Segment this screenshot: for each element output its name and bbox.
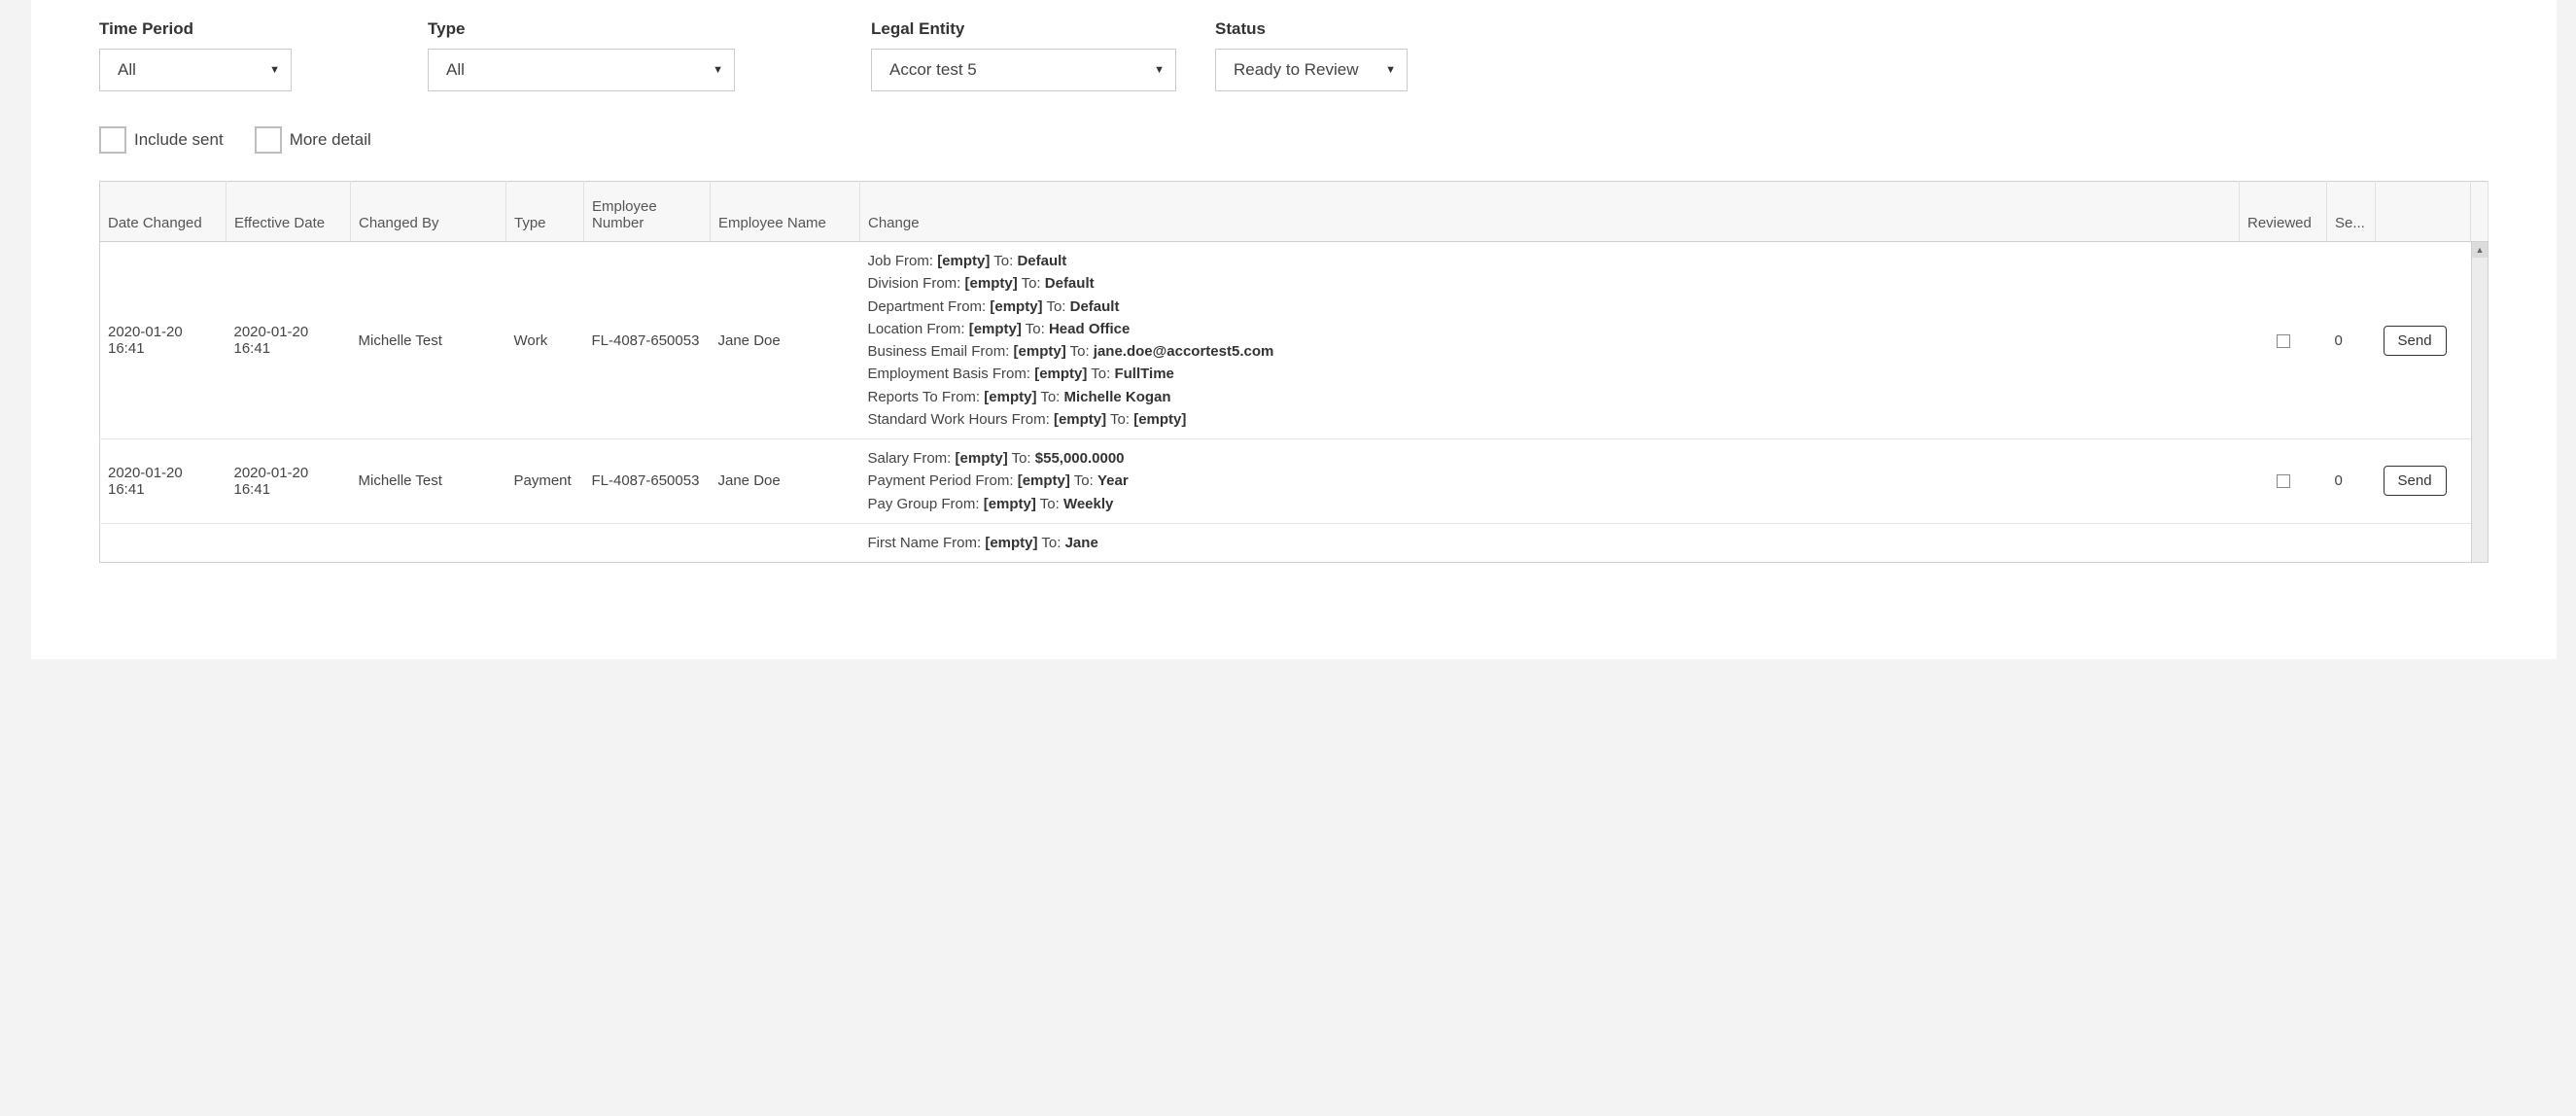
more-detail-checkbox[interactable]	[255, 126, 282, 154]
col-changed-by[interactable]: Changed By	[351, 182, 506, 242]
send-button[interactable]: Send	[2384, 326, 2447, 356]
reviewed-checkbox[interactable]	[2277, 334, 2290, 348]
include-sent-checkbox[interactable]	[99, 126, 126, 154]
options-row: Include sent More detail	[99, 126, 2489, 154]
col-employee-name[interactable]: Employee Name	[711, 182, 860, 242]
include-sent-label: Include sent	[134, 130, 224, 150]
change-cell: Salary From: [empty] To: $55,000.0000Pay…	[860, 439, 2240, 524]
col-change[interactable]: Change	[860, 182, 2240, 242]
table-header-row: Date Changed Effective Date Changed By T…	[100, 182, 2489, 242]
time-period-select[interactable]: All	[99, 49, 292, 91]
status-select[interactable]: Ready to Review	[1215, 49, 1408, 91]
send-button[interactable]: Send	[2384, 466, 2447, 496]
table-row: First Name From: [empty] To: Jane	[100, 523, 2489, 562]
scroll-up-icon[interactable]: ▲	[2472, 242, 2488, 258]
filter-status: Status Ready to Review ▼	[1215, 19, 1408, 91]
legal-entity-select[interactable]: Accor test 5	[871, 49, 1176, 91]
filter-time-period: Time Period All ▼	[99, 19, 292, 91]
col-employee-number[interactable]: Employee Number	[584, 182, 711, 242]
filter-type: Type All ▼	[428, 19, 735, 91]
change-cell: Job From: [empty] To: DefaultDivision Fr…	[860, 242, 2240, 439]
col-sent[interactable]: Se...	[2327, 182, 2376, 242]
col-date-changed[interactable]: Date Changed	[100, 182, 226, 242]
col-reviewed[interactable]: Reviewed	[2240, 182, 2327, 242]
filter-label: Type	[428, 19, 735, 39]
table-row: 2020-01-20 16:412020-01-20 16:41Michelle…	[100, 439, 2489, 524]
reviewed-checkbox[interactable]	[2277, 474, 2290, 488]
filter-label: Legal Entity	[871, 19, 1176, 39]
more-detail-label: More detail	[290, 130, 371, 150]
report-panel: Time Period All ▼ Type All ▼ L	[31, 0, 2557, 659]
filter-label: Status	[1215, 19, 1408, 39]
type-select[interactable]: All	[428, 49, 735, 91]
filters-row: Time Period All ▼ Type All ▼ L	[99, 19, 2489, 91]
changes-grid: Date Changed Effective Date Changed By T…	[99, 181, 2489, 563]
col-type[interactable]: Type	[506, 182, 584, 242]
col-action	[2376, 182, 2471, 242]
change-cell: First Name From: [empty] To: Jane	[860, 523, 2240, 562]
filter-label: Time Period	[99, 19, 292, 39]
grid-scrollbar[interactable]: ▲	[2471, 242, 2489, 563]
col-scroll-gutter	[2471, 182, 2489, 242]
col-effective-date[interactable]: Effective Date	[226, 182, 351, 242]
table-row: 2020-01-20 16:412020-01-20 16:41Michelle…	[100, 242, 2489, 439]
filter-legal-entity: Legal Entity Accor test 5 ▼	[871, 19, 1176, 91]
